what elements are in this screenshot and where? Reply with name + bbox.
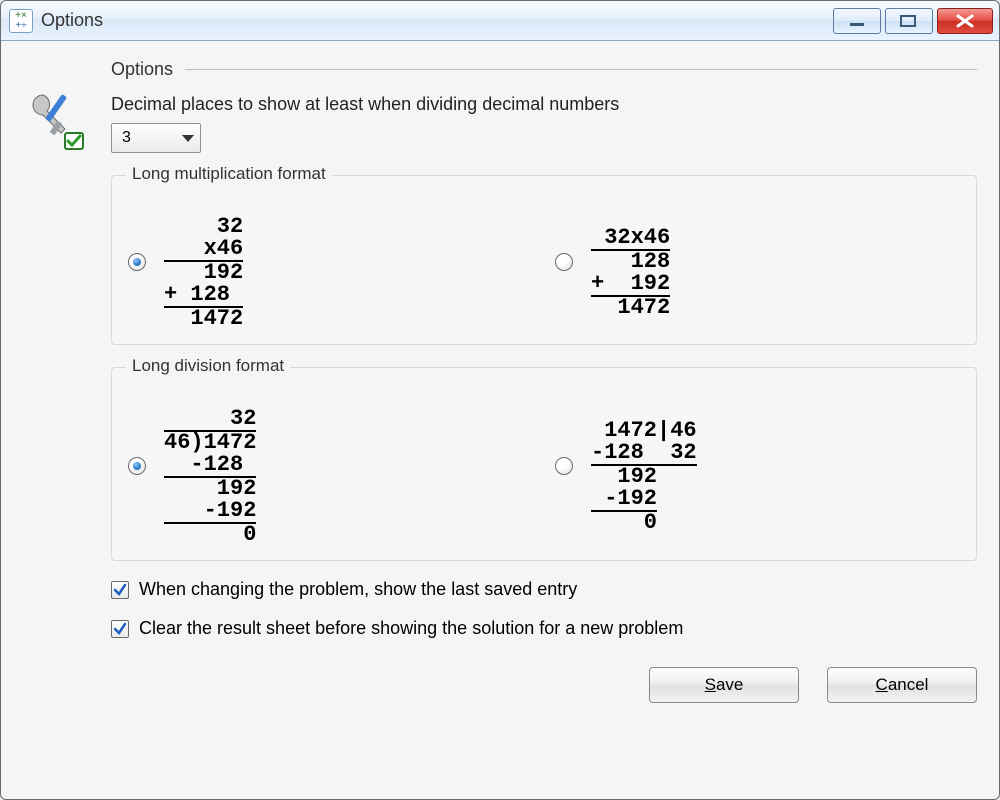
mult-option-a-radio[interactable] [128,253,146,271]
check-last-saved-label: When changing the problem, show the last… [139,579,577,600]
maximize-button[interactable] [885,8,933,34]
decimal-places-dropdown[interactable]: 3 [111,123,201,153]
content-column: Options Decimal places to show at least … [111,59,977,781]
section-header: Options [111,59,977,80]
div-option-b-radio[interactable] [555,457,573,475]
div-option-a[interactable]: 32 46)1472 -128 192 -192 0 [128,386,533,546]
check-clear-result-checkbox[interactable] [111,620,129,638]
long-division-group: Long division format 32 46)1472 -128 192… [111,367,977,561]
mult-option-b[interactable]: 32x46 128 + 192 1472 [555,205,960,319]
window-title: Options [41,10,833,31]
dialog-buttons: Save Cancel [111,667,977,703]
check-last-saved-checkbox[interactable] [111,581,129,599]
options-icon [23,89,87,153]
options-dialog: Options [0,0,1000,800]
chevron-down-icon [182,135,194,142]
minimize-icon [848,14,866,28]
mult-option-b-radio[interactable] [555,253,573,271]
long-division-legend: Long division format [126,356,290,376]
client-area: Options Decimal places to show at least … [1,41,999,799]
close-button[interactable] [937,8,993,34]
mult-option-a[interactable]: 32 x46 192 + 128 1472 [128,194,533,330]
long-multiplication-legend: Long multiplication format [126,164,332,184]
mult-sample-b: 32x46 128 + 192 1472 [591,205,670,319]
window-buttons [833,8,993,34]
div-options-row: 32 46)1472 -128 192 -192 0 1472|46 -128 … [128,386,960,546]
check-clear-result-label: Clear the result sheet before showing th… [139,618,683,639]
decimal-places-value: 3 [122,129,131,147]
minimize-button[interactable] [833,8,881,34]
check-icon [113,583,127,597]
close-icon [954,14,976,28]
div-sample-a: 32 46)1472 -128 192 -192 0 [164,386,256,546]
app-icon [9,9,33,33]
long-multiplication-group: Long multiplication format 32 x46 192 + … [111,175,977,345]
cancel-button[interactable]: Cancel [827,667,977,703]
check-icon [113,622,127,636]
div-sample-b: 1472|46 -128 32 192 -192 0 [591,398,697,534]
section-title: Options [111,59,173,80]
maximize-icon [899,14,919,28]
icon-column [23,59,95,781]
decimal-places-label: Decimal places to show at least when div… [111,94,977,115]
save-button[interactable]: Save [649,667,799,703]
section-rule [185,69,977,70]
div-option-a-radio[interactable] [128,457,146,475]
mult-options-row: 32 x46 192 + 128 1472 32x46 128 + 192 14… [128,194,960,330]
title-bar: Options [1,1,999,41]
div-option-b[interactable]: 1472|46 -128 32 192 -192 0 [555,398,960,534]
mult-sample-a: 32 x46 192 + 128 1472 [164,194,243,330]
check-clear-result-row[interactable]: Clear the result sheet before showing th… [111,618,977,639]
check-last-saved-row[interactable]: When changing the problem, show the last… [111,579,977,600]
